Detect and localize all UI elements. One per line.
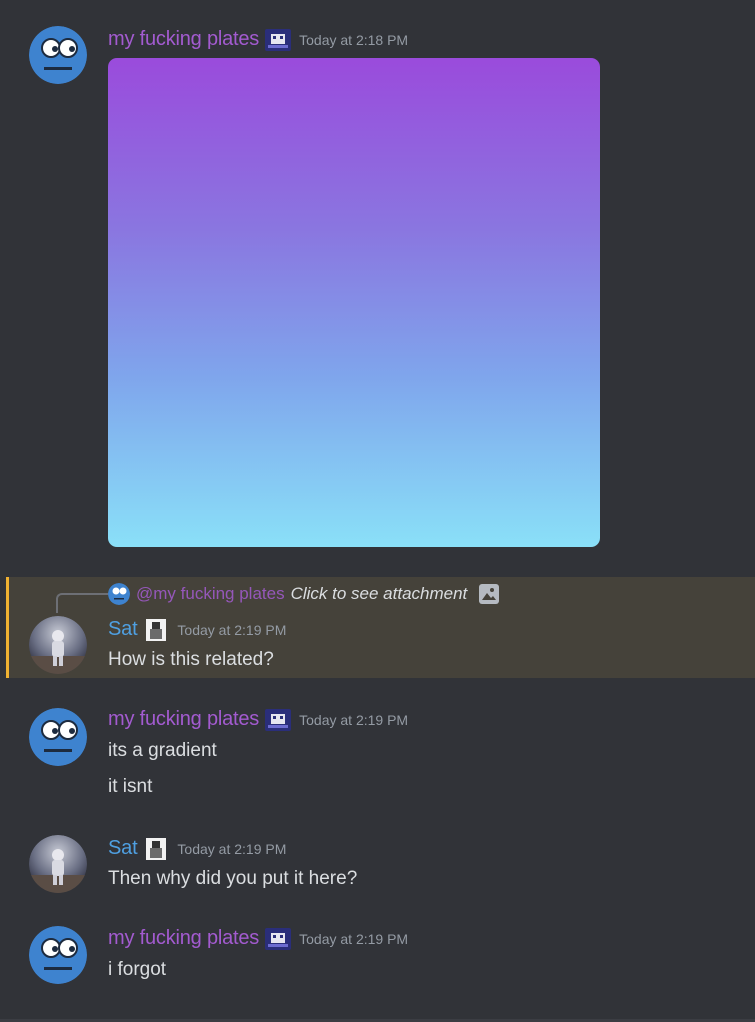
reply-preview[interactable]: @my fucking plates Click to see attachme… — [108, 582, 501, 606]
portrait-badge-icon[interactable] — [143, 618, 169, 641]
message-text: Then why did you put it here? — [108, 868, 358, 889]
gradient-image-attachment[interactable] — [108, 58, 600, 547]
avatar-plates[interactable] — [29, 926, 87, 984]
message-header: my fucking plates Today at 2:19 PM — [108, 927, 408, 950]
message-header: my fucking plates Today at 2:19 PM — [108, 708, 408, 731]
username[interactable]: Sat — [108, 837, 138, 860]
username[interactable]: my fucking plates — [108, 927, 259, 950]
username[interactable]: Sat — [108, 618, 138, 641]
astronaut-avatar-icon — [29, 616, 87, 674]
reply-avatar — [108, 583, 130, 605]
message-text: it isnt — [108, 776, 153, 797]
timestamp[interactable]: Today at 2:19 PM — [177, 622, 286, 638]
message-text: How is this related? — [108, 649, 274, 670]
pixel-badge-icon[interactable] — [265, 28, 292, 51]
message-header: my fucking plates Today at 2:18 PM — [108, 28, 408, 51]
message-1: my fucking plates Today at 2:18 PM — [0, 0, 755, 560]
timestamp[interactable]: Today at 2:19 PM — [299, 712, 408, 728]
blue-face-avatar-icon — [29, 708, 87, 766]
astronaut-avatar-icon — [29, 835, 87, 893]
message-header: Sat Today at 2:19 PM — [108, 618, 286, 641]
reply-mention[interactable]: @my fucking plates — [136, 584, 285, 604]
reply-spine — [56, 593, 108, 613]
timestamp[interactable]: Today at 2:18 PM — [299, 32, 408, 48]
avatar-plates[interactable] — [29, 708, 87, 766]
pixel-badge-icon[interactable] — [265, 708, 292, 731]
blue-face-avatar-icon — [108, 583, 130, 605]
avatar-sat[interactable] — [29, 616, 87, 674]
reply-text[interactable]: Click to see attachment — [291, 584, 468, 604]
avatar-plates[interactable] — [29, 26, 87, 84]
avatar-sat[interactable] — [29, 835, 87, 893]
blue-face-avatar-icon — [29, 26, 87, 84]
portrait-badge-icon[interactable] — [143, 837, 169, 860]
timestamp[interactable]: Today at 2:19 PM — [299, 931, 408, 947]
image-icon — [477, 582, 501, 606]
blue-face-avatar-icon — [29, 926, 87, 984]
timestamp[interactable]: Today at 2:19 PM — [177, 841, 286, 857]
message-text: i forgot — [108, 959, 167, 980]
message-header: Sat Today at 2:19 PM — [108, 837, 286, 860]
username[interactable]: my fucking plates — [108, 28, 259, 51]
username[interactable]: my fucking plates — [108, 708, 259, 731]
message-text: its a gradient — [108, 740, 217, 761]
mention-highlight-bar — [6, 577, 9, 678]
pixel-badge-icon[interactable] — [265, 927, 292, 950]
